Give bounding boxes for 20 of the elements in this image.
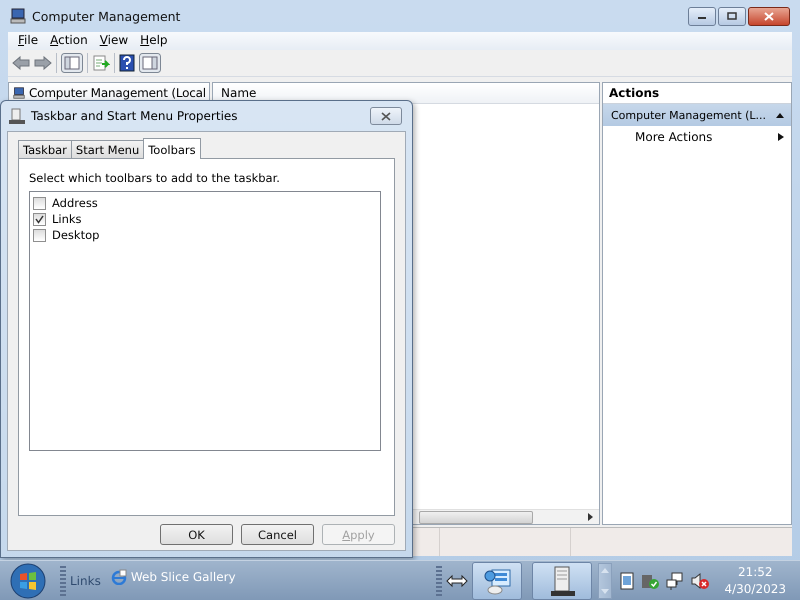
window-title: Computer Management bbox=[32, 8, 180, 24]
menu-item[interactable]: Action bbox=[44, 32, 94, 50]
dialog-button[interactable]: Cancel bbox=[241, 524, 314, 545]
tab[interactable]: Start Menu bbox=[70, 140, 144, 158]
toolbar-label: Links bbox=[70, 574, 101, 588]
instruction-text: Select which toolbars to add to the taskbar. bbox=[29, 171, 281, 185]
checkbox-label[interactable]: Links bbox=[52, 212, 82, 226]
column-header[interactable]: Name bbox=[217, 86, 256, 100]
action-group[interactable]: Computer Management (L... bbox=[603, 104, 791, 126]
dialog-button[interactable]: OK bbox=[160, 524, 233, 545]
dialog-title: Taskbar and Start Menu Properties bbox=[31, 109, 238, 123]
tab[interactable]: Taskbar bbox=[18, 140, 72, 158]
menu-item[interactable]: File bbox=[12, 32, 44, 50]
tab[interactable]: Toolbars bbox=[143, 138, 201, 159]
actions-header: Actions bbox=[609, 86, 660, 100]
menu-item[interactable]: Help bbox=[134, 32, 174, 50]
checkbox-label[interactable]: Desktop bbox=[52, 228, 100, 242]
menu-item[interactable]: View bbox=[94, 32, 134, 50]
checkbox-label[interactable]: Address bbox=[52, 196, 98, 210]
action-item[interactable]: More Actions bbox=[635, 130, 777, 144]
